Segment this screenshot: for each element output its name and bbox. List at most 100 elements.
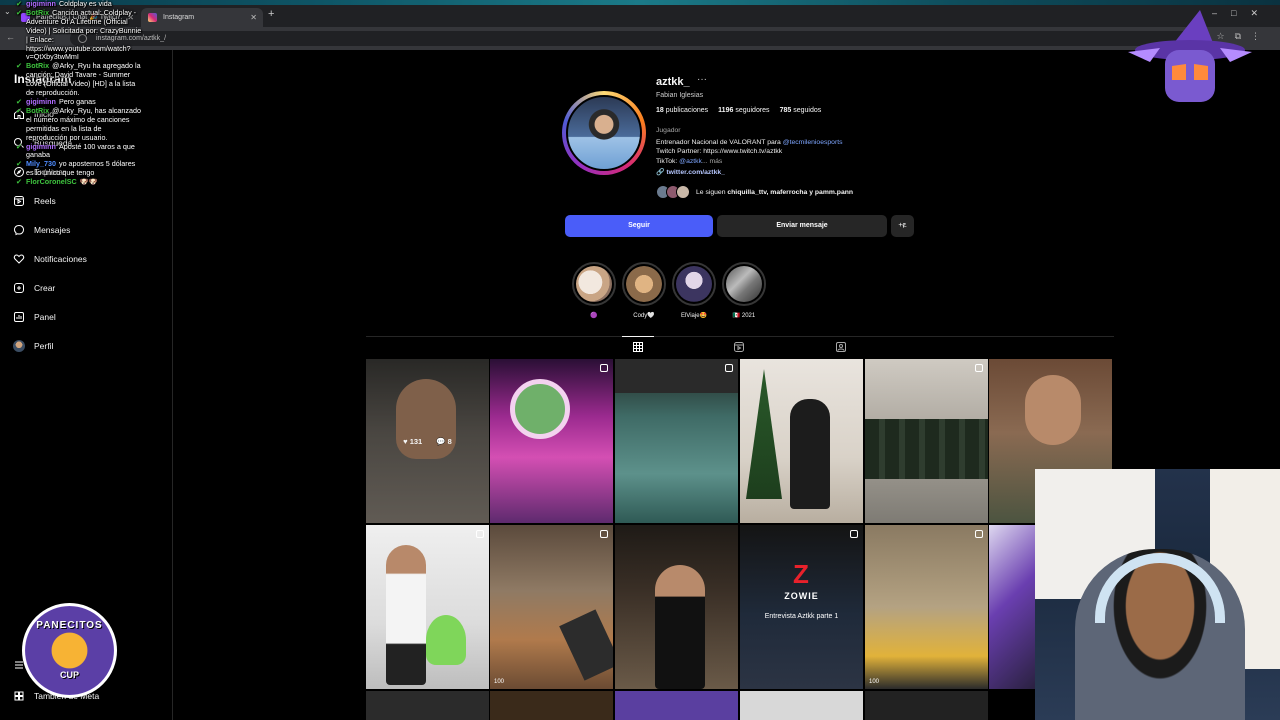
profile-bio: Entrenador Nacional de VALORANT para @te…	[656, 138, 843, 166]
post-image	[510, 379, 570, 439]
sidebar-item-label: Notificaciones	[34, 254, 87, 264]
heart-filled-icon: ♥	[403, 436, 408, 446]
chat-text: Coldplay es vida	[58, 0, 112, 8]
highlight-ring	[672, 262, 716, 306]
chat-message: ✔ BotRix Canción actual: Coldplay - Advent…	[14, 7, 144, 62]
new-tab-icon[interactable]: +	[268, 8, 274, 20]
tab-title: Instagram	[163, 14, 195, 21]
profile-avatar[interactable]	[562, 91, 646, 175]
tab-posts-grid-icon[interactable]	[632, 340, 644, 352]
grid-post[interactable]	[740, 691, 863, 720]
check-icon: ✔	[16, 177, 23, 187]
grid-post[interactable]	[490, 691, 613, 720]
check-icon: ✔	[16, 105, 23, 115]
sidebar-item-label: Perfil	[34, 341, 54, 351]
send-message-button[interactable]: Enviar mensaje	[717, 215, 887, 237]
stat-following[interactable]: 785 seguidos	[780, 107, 822, 114]
messenger-icon	[12, 223, 26, 237]
follow-button[interactable]: Seguir	[565, 215, 713, 237]
grid-post[interactable]	[740, 359, 863, 523]
sidebar-item-reels[interactable]: Reels	[12, 191, 56, 211]
url-field[interactable]: instagram.com/aztkk_/	[70, 31, 1190, 46]
post-image	[426, 615, 466, 665]
suggest-users-button[interactable]: +ዬ	[891, 215, 914, 237]
highlight-item[interactable]: ElViaje🤩	[672, 262, 716, 319]
tab-instagram[interactable]: Instagram ✕	[141, 8, 263, 27]
bio-mention-link[interactable]: @tecmilenioesports	[783, 139, 843, 146]
bio-text: TikTok:	[656, 157, 680, 165]
profile-stats: 18 publicaciones 1196 seguidores 785 seg…	[656, 107, 821, 114]
comment-icon: 💬	[436, 436, 446, 446]
profile-full-name: Fabian Iglesias	[656, 92, 704, 99]
highlight-label: 🟣	[590, 313, 598, 319]
wizard-mascot-icon	[1128, 10, 1252, 102]
bio-mention-link[interactable]: @aztkk	[679, 158, 702, 165]
grid-post[interactable]	[615, 359, 738, 523]
highlight-cover	[726, 266, 762, 302]
grid-post[interactable]	[865, 691, 988, 720]
grid-post[interactable]	[615, 691, 738, 720]
bio-more-link[interactable]: ... más	[702, 158, 722, 165]
tab-strip: ⌄ Panecitos | Chat 🎉 Twitch ✕ Instagram …	[0, 5, 1280, 27]
tab-reels-icon[interactable]	[733, 340, 745, 352]
sidebar-item-mensajes[interactable]: Mensajes	[12, 220, 70, 240]
chat-message: ✔ BotRix @Arky_Ryu ha agregado la canción:…	[14, 61, 144, 98]
highlight-label: 🇲🇽 2021	[732, 313, 756, 319]
chat-message: ✔ BotRix @Arky_Ryu, has alcanzado el númer…	[14, 105, 144, 143]
highlight-ring	[722, 262, 766, 306]
post-image	[746, 369, 782, 499]
sidebar-item-perfil[interactable]: Perfil	[12, 336, 53, 356]
likes-count: ♥ 131	[403, 436, 423, 446]
check-icon: ✔	[16, 61, 23, 71]
sidebar-item-label: Crear	[34, 283, 56, 293]
more-options-icon[interactable]: ···	[697, 74, 707, 85]
followed-by-preview[interactable]: Le siguen chiquilla_ttv, maferrocha y pa…	[656, 185, 853, 199]
reel-views: 100	[494, 679, 505, 685]
post-image	[615, 359, 738, 393]
highlight-cover	[676, 266, 712, 302]
post-hover-overlay: ♥ 131 💬 8	[366, 359, 489, 523]
highlight-item[interactable]: Cody🤍	[622, 262, 666, 319]
carousel-icon	[850, 530, 858, 538]
grid-post[interactable]	[615, 525, 738, 689]
zowie-brand: ZOWIE	[784, 591, 819, 601]
grid-post[interactable]	[490, 359, 613, 523]
grid-post[interactable]	[366, 691, 489, 720]
close-tab-icon[interactable]: ✕	[250, 8, 257, 27]
reel-icon	[725, 364, 733, 372]
grid-post[interactable]	[366, 525, 489, 689]
meta-icon	[12, 689, 26, 703]
profile-username: aztkk_	[656, 76, 690, 88]
sidebar-item-notificaciones[interactable]: Notificaciones	[12, 249, 87, 269]
grid-post[interactable]	[989, 525, 1035, 689]
highlight-label: ElViaje🤩	[680, 313, 708, 319]
check-icon: ✔	[16, 141, 23, 151]
reel-icon	[975, 530, 983, 538]
grid-post[interactable]: 100	[490, 525, 613, 689]
external-link[interactable]: 🔗 twitter.com/aztkk_	[656, 168, 725, 176]
bio-text: Entrenador Nacional de VALORANT para	[656, 139, 783, 146]
sidebar-item-panel[interactable]: Panel	[12, 307, 56, 327]
profile-tabs-divider	[366, 336, 1114, 337]
highlight-item[interactable]: 🟣	[572, 262, 616, 319]
streamer-webcam	[1035, 469, 1280, 720]
stat-followers[interactable]: 1196 seguidores	[718, 107, 769, 114]
tab-tagged-icon[interactable]	[835, 340, 847, 352]
active-tab-indicator	[622, 336, 654, 337]
highlight-label: Cody🤍	[633, 313, 655, 319]
chat-user: BotRix	[26, 7, 50, 17]
grid-post[interactable]: Z ZOWIE Entrevista Aztkk parte 1	[740, 525, 863, 689]
grid-post[interactable]	[865, 359, 988, 523]
highlight-item[interactable]: 🇲🇽 2021	[722, 262, 766, 319]
post-image	[655, 565, 705, 689]
chat-text: 🐶🐶	[79, 177, 98, 187]
stat-posts: 18 publicaciones	[656, 107, 709, 114]
sidebar-item-label: Panel	[34, 312, 56, 322]
sidebar-item-crear[interactable]: Crear	[12, 278, 55, 298]
grid-post[interactable]: 100	[865, 525, 988, 689]
post-image	[790, 399, 830, 509]
grid-post[interactable]: ♥ 131 💬 8	[366, 359, 489, 523]
chat-message: ✔ Mily_730 yo apostemos 5 dólares es lo ún…	[14, 159, 144, 178]
tab-search-chevron-icon[interactable]: ⌄	[4, 7, 11, 16]
check-icon: ✔	[16, 159, 23, 169]
